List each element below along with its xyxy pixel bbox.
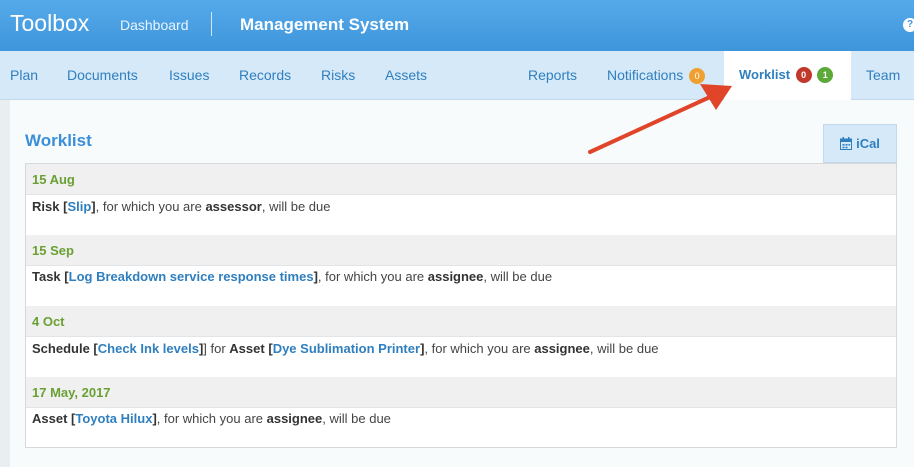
list-item: Risk [Slip], for which you are assessor,… <box>32 199 331 214</box>
notifications-badge: 0 <box>689 68 706 84</box>
entry-link[interactable]: Check Ink levels <box>98 341 199 356</box>
nav-assets[interactable]: Assets <box>385 67 427 83</box>
date-header: 15 Sep <box>26 235 896 266</box>
entry-link[interactable]: Toyota Hilux <box>75 411 152 426</box>
dashboard-link[interactable]: Dashboard <box>120 17 189 33</box>
nav-reports[interactable]: Reports <box>528 67 577 83</box>
brand-logo[interactable]: Toolbox <box>10 10 89 37</box>
entry-link[interactable]: Log Breakdown service response times <box>69 269 314 284</box>
nav-worklist[interactable]: Worklist 0 1 <box>724 51 851 100</box>
date-header: 4 Oct <box>26 306 896 337</box>
nav-team[interactable]: Team <box>866 67 900 83</box>
worklist-list: 15 Aug Risk [Slip], for which you are as… <box>25 163 897 448</box>
date-header: 15 Aug <box>26 164 896 195</box>
nav-records[interactable]: Records <box>239 67 291 83</box>
list-item: Task [Log Breakdown service response tim… <box>32 269 553 284</box>
ical-button[interactable]: iCal <box>823 124 897 163</box>
nav-documents[interactable]: Documents <box>67 67 138 83</box>
entry-asset-link[interactable]: Dye Sublimation Printer <box>273 341 420 356</box>
main-nav: Plan Documents Issues Records Risks Asse… <box>0 51 914 100</box>
help-icon[interactable]: ? <box>903 18 914 32</box>
date-header: 17 May, 2017 <box>26 377 896 408</box>
divider <box>211 12 212 36</box>
nav-worklist-label: Worklist <box>739 67 791 82</box>
worklist-overdue-badge: 0 <box>795 67 812 83</box>
nav-plan[interactable]: Plan <box>10 67 38 83</box>
nav-notifications[interactable]: Notifications 0 <box>607 67 706 84</box>
ical-label: iCal <box>856 136 880 151</box>
system-title[interactable]: Management System <box>240 15 409 35</box>
nav-issues[interactable]: Issues <box>169 67 209 83</box>
list-item: Asset [Toyota Hilux], for which you are … <box>32 411 391 426</box>
calendar-icon <box>840 137 853 150</box>
nav-risks[interactable]: Risks <box>321 67 355 83</box>
worklist-due-badge: 1 <box>817 67 834 83</box>
top-bar: Toolbox Dashboard Management System ? <box>0 0 914 51</box>
list-item: Schedule [Check Ink levels]] for Asset [… <box>32 341 659 356</box>
worklist-panel: Worklist iCal 15 Aug Risk [Slip], for wh… <box>10 100 914 467</box>
entry-link[interactable]: Slip <box>67 199 91 214</box>
nav-notifications-label: Notifications <box>607 67 684 83</box>
page-title: Worklist <box>25 131 92 150</box>
